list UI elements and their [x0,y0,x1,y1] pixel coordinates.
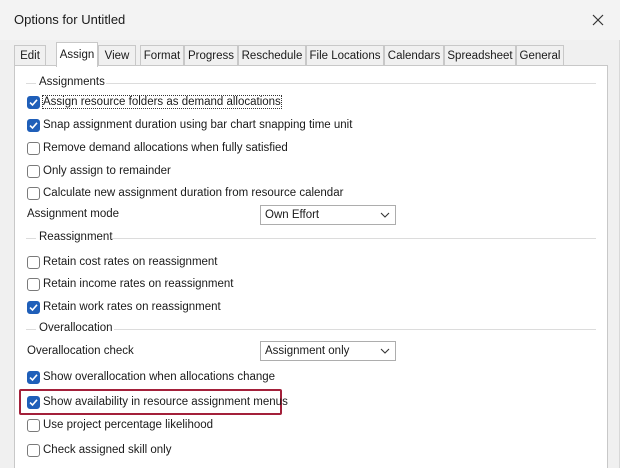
option-snap-assignment-duration[interactable]: Snap assignment duration using bar chart… [27,117,352,133]
tab-calendars[interactable]: Calendars [384,45,444,66]
checkbox[interactable] [27,300,40,314]
option-show-availability[interactable]: Show availability in resource assignment… [27,394,288,410]
tab-view[interactable]: View [98,45,136,66]
checkbox[interactable] [27,255,40,269]
overallocation-check-select[interactable]: Assignment only [260,341,396,361]
option-retain-work-rates[interactable]: Retain work rates on reassignment [27,299,221,315]
checkmark-icon [29,98,38,106]
checkbox[interactable] [27,164,40,178]
option-show-overallocation[interactable]: Show overallocation when allocations cha… [27,369,275,385]
chevron-down-icon [375,206,395,224]
checkmark-icon [29,373,38,381]
option-check-assigned-skill[interactable]: Check assigned skill only [27,442,171,458]
reassignment-group-label: Reassignment [39,231,119,243]
checkbox[interactable] [27,277,40,291]
checkbox[interactable] [27,418,40,432]
group-divider [106,83,596,84]
overallocation-check-label: Overallocation check [27,345,134,357]
group-divider [26,238,36,239]
option-use-project-percentage[interactable]: Use project percentage likelihood [27,417,213,433]
checkbox[interactable] [27,443,40,457]
option-label: Show availability in resource assignment… [43,396,288,408]
assignment-mode-label: Assignment mode [27,208,120,220]
checkbox[interactable] [27,370,40,384]
tab-file-locations[interactable]: File Locations [306,45,384,66]
select-value: Own Effort [265,209,320,221]
tab-spreadsheet[interactable]: Spreadsheet [444,45,516,66]
option-label: Show overallocation when allocations cha… [43,371,276,383]
option-label: Remove demand allocations when fully sat… [43,142,288,154]
window-title: Options for Untitled [14,12,126,27]
close-button[interactable] [584,6,612,34]
option-label: Calculate new assignment duration from r… [43,187,344,199]
checkbox[interactable] [27,141,40,155]
tab-edit[interactable]: Edit [14,45,46,66]
option-label: Use project percentage likelihood [43,419,214,431]
option-label: Assign resource folders as demand alloca… [42,95,282,109]
group-divider [26,83,36,84]
option-label: Retain work rates on reassignment [43,301,221,313]
group-divider [114,329,596,330]
tab-assign[interactable]: Assign [56,42,98,67]
option-label: Only assign to remainder [43,165,171,177]
checkmark-icon [29,303,38,311]
checkbox[interactable] [27,95,40,109]
assignment-mode-select[interactable]: Own Effort [260,205,396,225]
options-dialog: Options for Untitled Edit Assign View Fo… [0,0,620,468]
checkbox[interactable] [27,118,40,132]
option-label: Retain cost rates on reassignment [43,256,218,268]
option-retain-cost-rates[interactable]: Retain cost rates on reassignment [27,254,218,270]
checkmark-icon [29,121,38,129]
option-calculate-duration[interactable]: Calculate new assignment duration from r… [27,185,343,201]
group-divider [26,329,36,330]
title-bar: Options for Untitled [0,0,620,40]
option-assign-resource-folders[interactable]: Assign resource folders as demand alloca… [27,94,282,110]
checkbox[interactable] [27,186,40,200]
option-label: Check assigned skill only [43,444,172,456]
select-value: Assignment only [265,345,350,357]
checkmark-icon [29,398,38,406]
close-icon [592,14,604,26]
option-remove-demand-allocations[interactable]: Remove demand allocations when fully sat… [27,140,288,156]
tab-reschedule[interactable]: Reschedule [238,45,306,66]
option-only-assign-to-remainder[interactable]: Only assign to remainder [27,163,171,179]
option-label: Snap assignment duration using bar chart… [43,119,353,131]
option-label: Retain income rates on reassignment [43,278,234,290]
tab-progress[interactable]: Progress [184,45,238,66]
tab-format[interactable]: Format [140,45,184,66]
overallocation-group-label: Overallocation [39,322,119,334]
assignments-group-label: Assignments [39,76,111,88]
checkbox[interactable] [27,395,40,409]
tab-general[interactable]: General [516,45,564,66]
option-retain-income-rates[interactable]: Retain income rates on reassignment [27,276,234,292]
group-divider [112,238,596,239]
chevron-down-icon [375,342,395,360]
